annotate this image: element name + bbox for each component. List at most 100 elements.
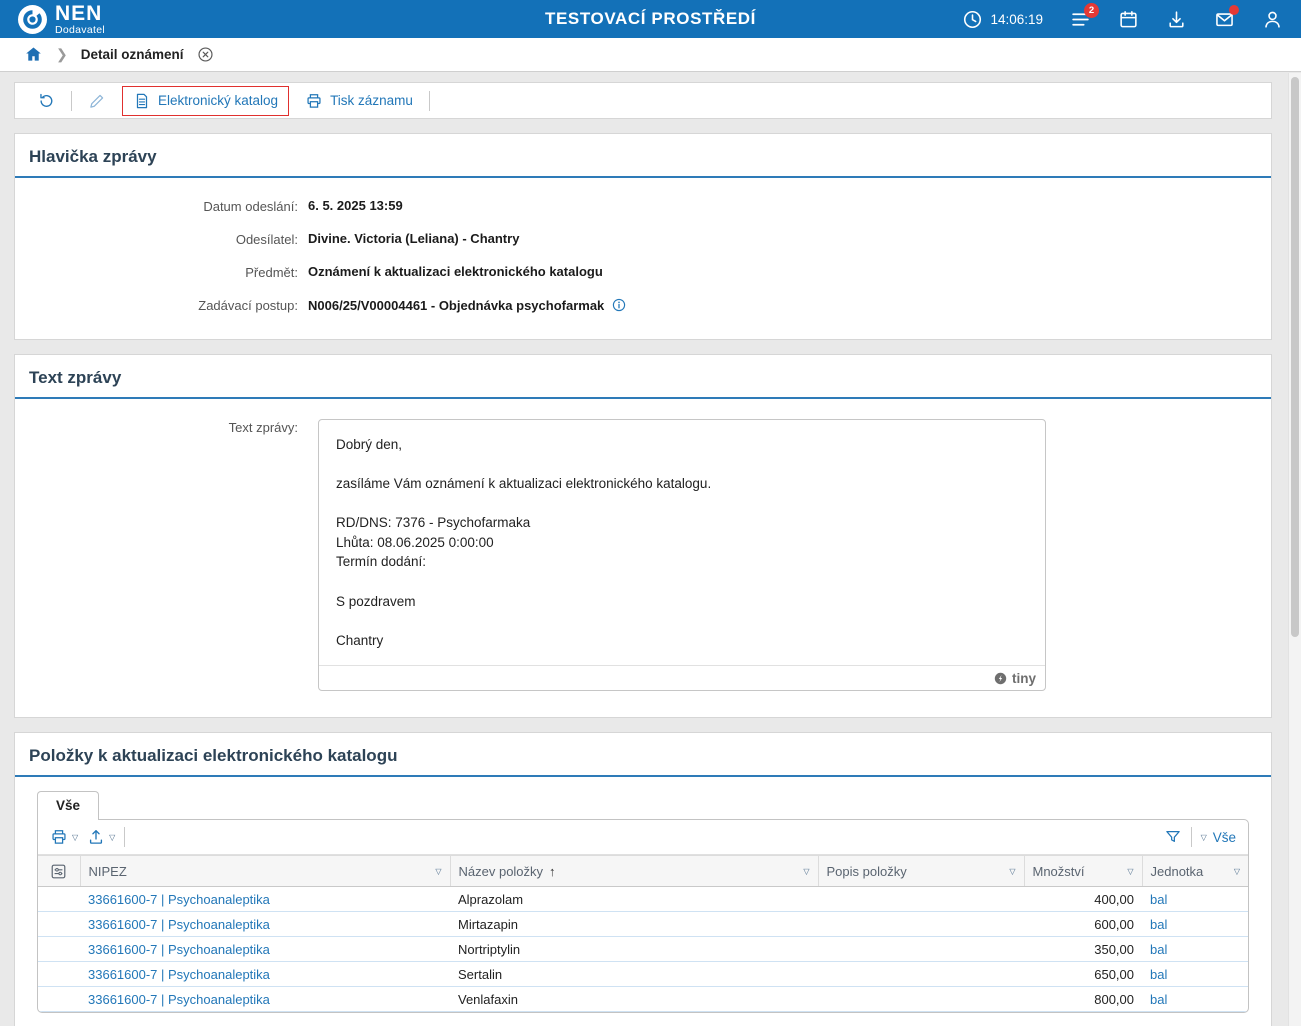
- messages-badge: [1229, 5, 1239, 15]
- column-label: NIPEZ: [89, 864, 127, 879]
- column-label: Název položky: [459, 864, 544, 879]
- column-header-name[interactable]: Název položky ↑ ▽: [450, 856, 818, 887]
- item-name: Venlafaxin: [450, 987, 818, 1012]
- home-button[interactable]: [24, 45, 43, 64]
- vertical-scrollbar[interactable]: [1288, 73, 1301, 1026]
- filter-caret-icon[interactable]: ▽: [435, 867, 441, 876]
- toolbar-separator: [429, 91, 430, 111]
- message-text-editor[interactable]: Dobrý den, zasíláme Vám oznámení k aktua…: [318, 419, 1046, 691]
- section-title-message-text: Text zprávy: [15, 355, 1271, 397]
- downloads-button[interactable]: [1166, 9, 1187, 30]
- field-label: Zadávací postup:: [15, 297, 308, 313]
- nen-logo[interactable]: NEN Dodavatel: [18, 3, 105, 36]
- grid-view-label: Vše: [1213, 830, 1236, 845]
- table-row[interactable]: 33661600-7 | Psychoanaleptika Nortriptyl…: [38, 937, 1248, 962]
- nipez-link[interactable]: 33661600-7 | Psychoanaleptika: [88, 917, 270, 932]
- column-header-quantity[interactable]: Množství ▽: [1024, 856, 1142, 887]
- unit-link[interactable]: bal: [1150, 917, 1167, 932]
- filter-caret-icon[interactable]: ▽: [1009, 867, 1015, 876]
- catalog-icon: [133, 92, 151, 110]
- nen-logo-icon: [18, 5, 47, 34]
- item-name: Nortriptylin: [450, 937, 818, 962]
- electronic-catalog-button[interactable]: Elektronický katalog: [122, 86, 289, 116]
- section-underline: [15, 775, 1271, 777]
- column-settings-icon[interactable]: [50, 863, 67, 880]
- nipez-link[interactable]: 33661600-7 | Psychoanaleptika: [88, 892, 270, 907]
- history-button[interactable]: [31, 88, 61, 114]
- time-text: 14:06:19: [990, 12, 1043, 27]
- column-settings-header: [38, 856, 80, 887]
- item-name: Sertalin: [450, 962, 818, 987]
- scrollbar-thumb[interactable]: [1291, 77, 1299, 637]
- unit-link[interactable]: bal: [1150, 942, 1167, 957]
- breadcrumb-separator-icon: ❯: [56, 46, 68, 63]
- filter-caret-icon[interactable]: ▽: [1234, 867, 1240, 876]
- field-value: Oznámení k aktualizaci elektronického ka…: [308, 264, 603, 279]
- item-quantity: 800,00: [1024, 987, 1142, 1012]
- unit-link[interactable]: bal: [1150, 992, 1167, 1007]
- toolbar-separator: [124, 827, 125, 847]
- column-header-nipez[interactable]: NIPEZ ▽: [80, 856, 450, 887]
- toolbar-separator: [1191, 827, 1192, 847]
- item-name: Mirtazapin: [450, 912, 818, 937]
- section-title-items: Položky k aktualizaci elektronického kat…: [15, 733, 1271, 775]
- calendar-icon: [1118, 9, 1139, 30]
- column-label: Jednotka: [1151, 864, 1204, 879]
- item-quantity: 350,00: [1024, 937, 1142, 962]
- calendar-button[interactable]: [1118, 9, 1139, 30]
- nipez-link[interactable]: 33661600-7 | Psychoanaleptika: [88, 992, 270, 1007]
- grid-export-button[interactable]: ▽: [87, 826, 115, 848]
- field-value: Divine. Victoria (Leliana) - Chantry: [308, 231, 519, 246]
- edit-button[interactable]: [82, 88, 112, 114]
- download-icon: [1166, 9, 1187, 30]
- toolbar-separator: [71, 91, 72, 111]
- printer-icon: [50, 828, 68, 846]
- item-description: [818, 962, 1024, 987]
- field-sent-date: Datum odeslání: 6. 5. 2025 13:59: [15, 198, 1257, 214]
- pencil-icon: [88, 92, 106, 110]
- home-icon: [24, 45, 43, 64]
- item-description: [818, 912, 1024, 937]
- user-icon: [1262, 9, 1283, 30]
- field-label: Předmět:: [15, 264, 308, 280]
- field-value: 6. 5. 2025 13:59: [308, 198, 403, 213]
- filter-caret-icon[interactable]: ▽: [1127, 867, 1133, 876]
- chevron-down-icon: ▽: [109, 833, 115, 842]
- unit-link[interactable]: bal: [1150, 892, 1167, 907]
- grid-filter-button[interactable]: [1164, 828, 1182, 846]
- filter-funnel-icon: [1164, 828, 1182, 846]
- grid-print-button[interactable]: ▽: [50, 826, 78, 848]
- field-sender: Odesílatel: Divine. Victoria (Leliana) -…: [15, 231, 1257, 247]
- table-row[interactable]: 33661600-7 | Psychoanaleptika Mirtazapin…: [38, 912, 1248, 937]
- tiny-logo-icon: [993, 671, 1008, 686]
- info-icon[interactable]: [611, 297, 627, 313]
- message-text-content[interactable]: Dobrý den, zasíláme Vám oznámení k aktua…: [319, 420, 1045, 665]
- electronic-catalog-label: Elektronický katalog: [158, 93, 278, 108]
- print-record-button[interactable]: Tisk záznamu: [299, 88, 419, 114]
- table-row[interactable]: 33661600-7 | Psychoanaleptika Alprazolam…: [38, 887, 1248, 912]
- user-profile-button[interactable]: [1262, 9, 1283, 30]
- notifications-menu-button[interactable]: 2: [1070, 9, 1091, 30]
- unit-link[interactable]: bal: [1150, 967, 1167, 982]
- column-label: Množství: [1033, 864, 1085, 879]
- field-subject: Předmět: Oznámení k aktualizaci elektron…: [15, 264, 1257, 280]
- close-tab-button[interactable]: [197, 46, 214, 63]
- column-header-unit[interactable]: Jednotka ▽: [1142, 856, 1248, 887]
- tab-all[interactable]: Vše: [37, 791, 99, 820]
- nipez-link[interactable]: 33661600-7 | Psychoanaleptika: [88, 942, 270, 957]
- table-row[interactable]: 33661600-7 | Psychoanaleptika Venlafaxin…: [38, 987, 1248, 1012]
- print-record-label: Tisk záznamu: [330, 93, 413, 108]
- messages-button[interactable]: [1214, 9, 1235, 30]
- message-text-card: Text zprávy Text zprávy: Dobrý den, zasí…: [14, 354, 1272, 718]
- chevron-down-icon: ▽: [72, 833, 78, 842]
- nipez-link[interactable]: 33661600-7 | Psychoanaleptika: [88, 967, 270, 982]
- item-quantity: 600,00: [1024, 912, 1142, 937]
- grid-view-dropdown[interactable]: ▽ Vše: [1201, 828, 1236, 847]
- catalog-items-card: Položky k aktualizaci elektronického kat…: [14, 732, 1272, 1026]
- clock-icon: [962, 9, 983, 30]
- table-row[interactable]: 33661600-7 | Psychoanaleptika Sertalin 6…: [38, 962, 1248, 987]
- column-header-description[interactable]: Popis položky▽: [818, 856, 1024, 887]
- notifications-badge: 2: [1084, 3, 1099, 18]
- sort-asc-icon[interactable]: ↑: [549, 864, 556, 879]
- filter-caret-icon[interactable]: ▽: [803, 867, 809, 876]
